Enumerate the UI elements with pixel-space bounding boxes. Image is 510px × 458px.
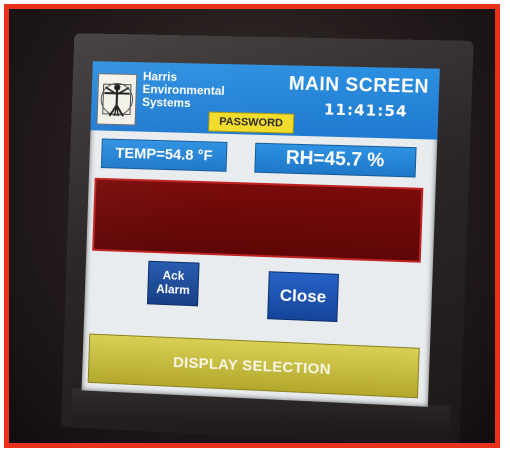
touch-screen: Harris Environmental Systems PASSWORD MA…: [81, 61, 440, 407]
display-bezel: Harris Environmental Systems PASSWORD MA…: [60, 33, 474, 443]
humidity-value: RH=45.7 %: [285, 147, 385, 172]
alarm-banner: [92, 177, 424, 263]
company-name-line3: Systems: [141, 94, 191, 111]
ack-alarm-label-line2: Alarm: [156, 281, 190, 298]
display-selection-button[interactable]: DISPLAY SELECTION: [87, 333, 420, 399]
screen-title: MAIN SCREEN: [288, 73, 430, 98]
screen-header: Harris Environmental Systems PASSWORD MA…: [90, 61, 440, 140]
clock: 11:41:54: [323, 100, 408, 121]
humidity-readout[interactable]: RH=45.7 %: [254, 142, 417, 178]
close-button[interactable]: Close: [267, 271, 340, 323]
company-name: Harris Environmental Systems: [141, 69, 252, 111]
ack-alarm-button[interactable]: Ack Alarm: [146, 260, 200, 307]
password-button[interactable]: PASSWORD: [208, 111, 295, 134]
temperature-value: TEMP=54.8 °F: [115, 144, 213, 165]
vitruvian-man-logo-icon: [96, 73, 138, 126]
temperature-readout[interactable]: TEMP=54.8 °F: [100, 138, 228, 172]
photo-frame: Harris Environmental Systems PASSWORD MA…: [4, 4, 500, 448]
